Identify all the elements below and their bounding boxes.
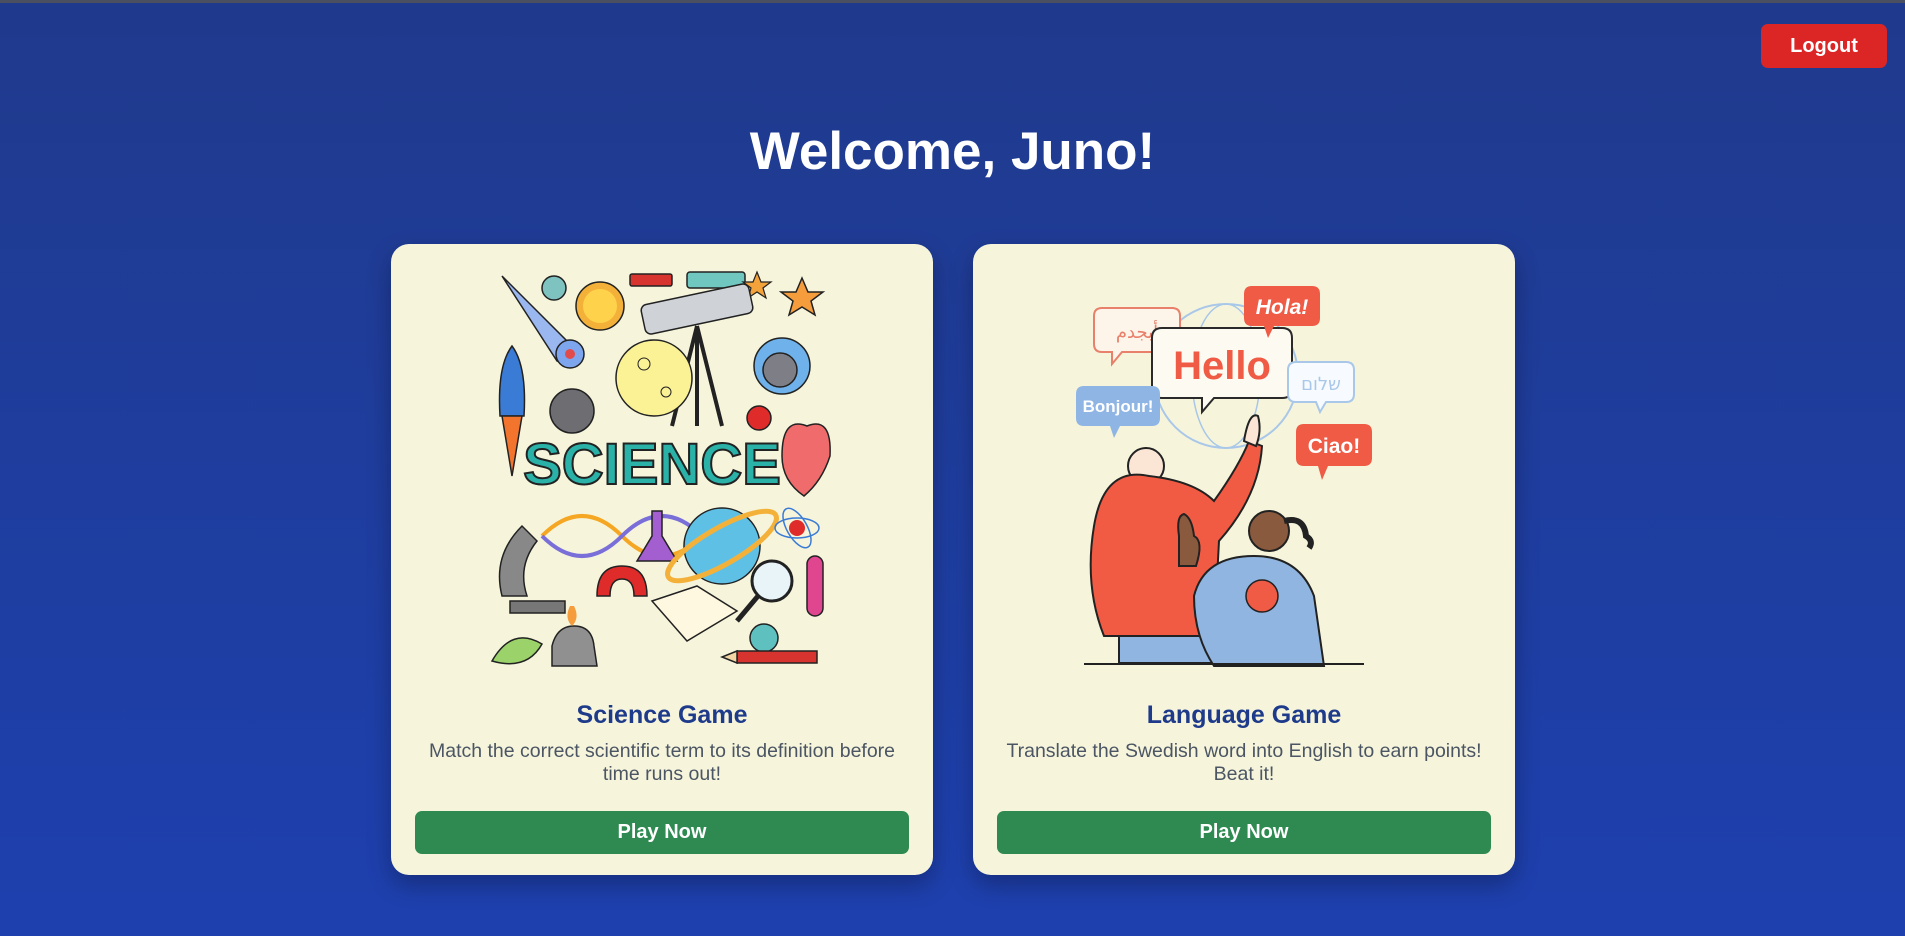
hola-bubble-text: Hola! bbox=[1256, 296, 1309, 319]
game-cards: SCIENCE Science Game Match the correct s… bbox=[391, 244, 1515, 875]
language-illustration-image: أبجدم Hello Hola! Bonjour! שלום Ciao! bbox=[1076, 286, 1372, 667]
science-game-title: Science Game bbox=[576, 701, 748, 729]
science-game-card: SCIENCE Science Game Match the correct s… bbox=[391, 244, 933, 875]
logout-button[interactable]: Logout bbox=[1761, 24, 1887, 68]
language-play-now-button[interactable]: Play Now bbox=[997, 811, 1491, 854]
science-play-now-button[interactable]: Play Now bbox=[415, 811, 909, 854]
language-game-card: أبجدم Hello Hola! Bonjour! שלום Ciao! La… bbox=[973, 244, 1515, 875]
science-illustration-image: SCIENCE bbox=[490, 270, 831, 667]
hello-bubble-text: Hello bbox=[1173, 344, 1271, 388]
ciao-bubble-text: Ciao! bbox=[1308, 435, 1361, 458]
bonjour-bubble-text: Bonjour! bbox=[1083, 397, 1154, 416]
page-title: Welcome, Juno! bbox=[749, 122, 1156, 181]
language-game-title: Language Game bbox=[1146, 701, 1342, 729]
language-game-description: Translate the Swedish word into English … bbox=[1006, 740, 1482, 785]
shalom-bubble-text: שלום bbox=[1301, 374, 1341, 395]
science-game-description: Match the correct scientific term to its… bbox=[428, 740, 896, 785]
science-word: SCIENCE bbox=[523, 432, 781, 497]
